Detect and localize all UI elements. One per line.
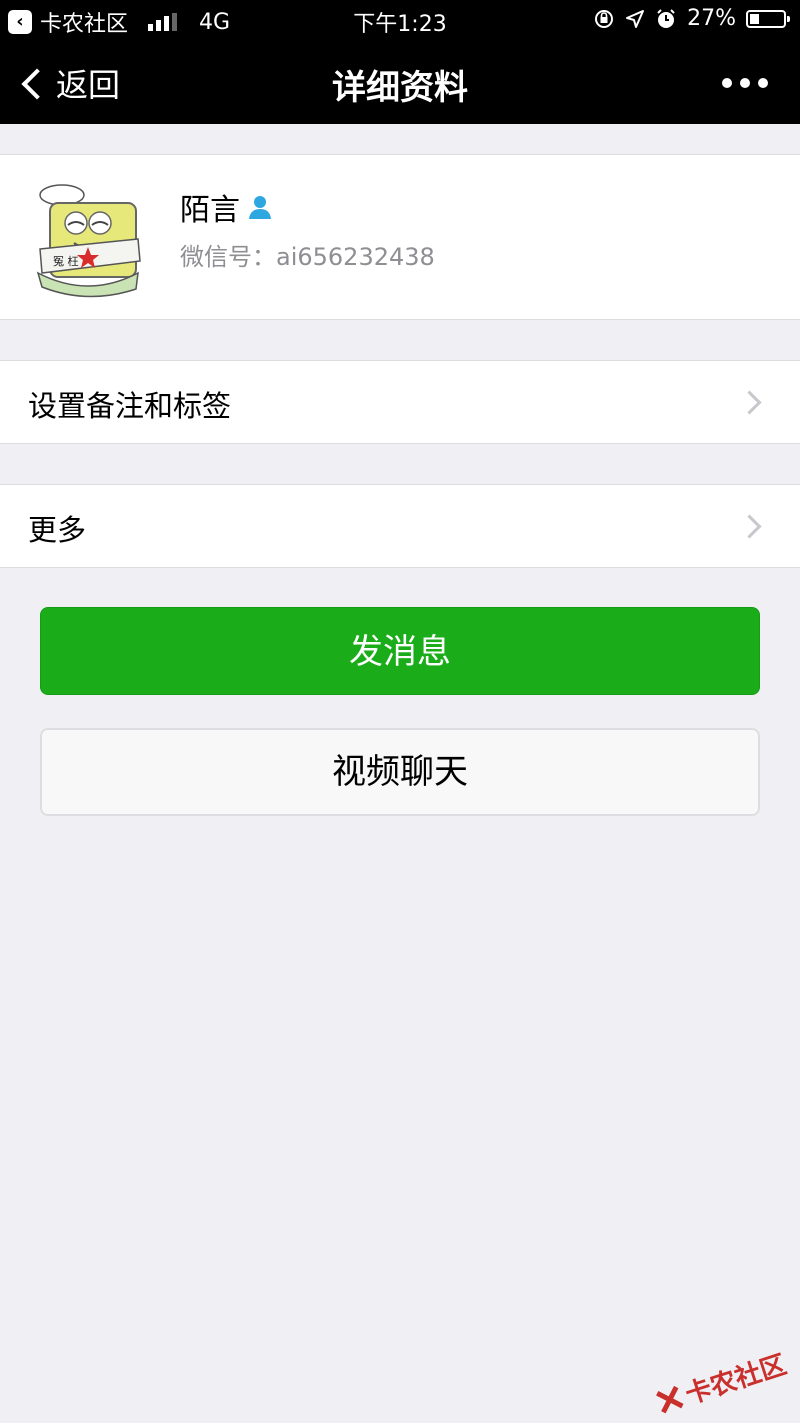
watermark-logo-icon — [655, 1385, 684, 1413]
watermark: 卡农社区 — [652, 1344, 791, 1421]
status-right: 27% — [593, 6, 790, 31]
avatar[interactable]: 冤 枉 — [28, 181, 146, 299]
status-bar: ‹ 卡农社区 4G 下午1:23 27% — [0, 0, 800, 40]
more-cell[interactable]: 更多 — [0, 484, 800, 568]
battery-percent: 27% — [687, 6, 736, 31]
avatar-image: 冤 枉 — [36, 184, 141, 298]
wechat-id: 微信号：ai656232438 — [180, 243, 435, 271]
alarm-icon — [657, 8, 675, 28]
profile-card: 冤 枉 陌言 微信号：ai656232438 — [0, 154, 800, 320]
battery-fill — [750, 13, 759, 24]
chevron-right-icon — [737, 390, 762, 415]
name-row: 陌言 — [180, 185, 274, 229]
video-chat-button[interactable]: 视频聊天 — [40, 728, 760, 816]
watermark-text: 卡农社区 — [681, 1349, 791, 1411]
male-gender-icon — [249, 196, 271, 219]
avatar-caption: 冤 枉 — [53, 255, 79, 268]
rotation-lock-icon — [595, 9, 614, 28]
navigation-bar: 返回 详细资料 — [0, 40, 800, 124]
more-options-icon[interactable] — [722, 78, 768, 88]
more-label: 更多 — [28, 513, 87, 547]
location-arrow-icon — [626, 9, 645, 28]
set-remark-and-tags-label: 设置备注和标签 — [28, 389, 232, 423]
chevron-right-icon — [737, 514, 762, 539]
set-remark-and-tags-cell[interactable]: 设置备注和标签 — [0, 360, 800, 444]
battery-icon — [746, 9, 790, 28]
contact-name: 陌言 — [180, 193, 240, 228]
send-message-button[interactable]: 发消息 — [40, 607, 760, 695]
page-title: 详细资料 — [332, 68, 468, 108]
